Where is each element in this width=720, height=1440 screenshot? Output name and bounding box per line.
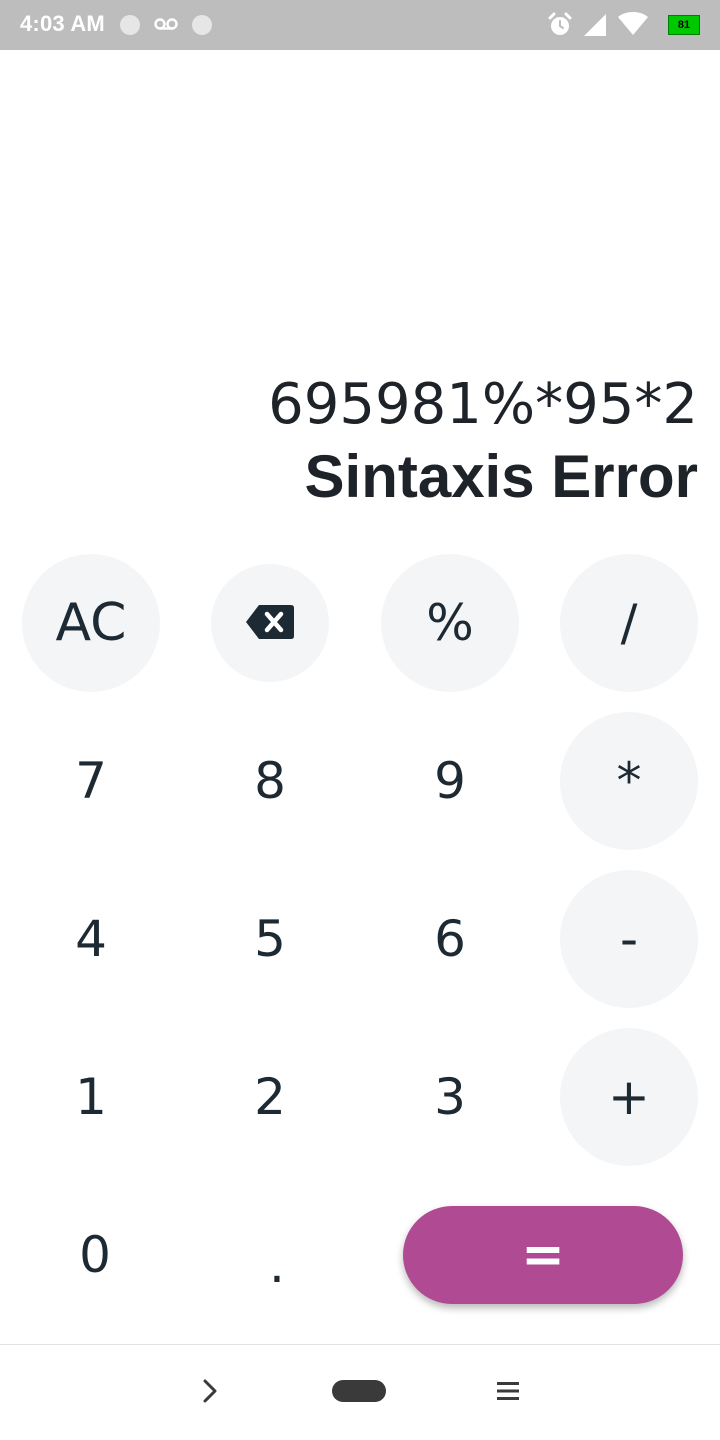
back-button[interactable] xyxy=(190,1369,230,1417)
digit-6-button[interactable]: 6 xyxy=(381,870,519,1008)
digit-1-label: 1 xyxy=(75,1068,107,1126)
backspace-icon xyxy=(245,594,295,652)
decimal-point-label: . xyxy=(269,1236,285,1294)
digit-3-button[interactable]: 3 xyxy=(381,1028,519,1166)
calculator-screen: 4:03 AM 81 695981%*95*2 Sintaxis Error A… xyxy=(0,0,720,1440)
digit-0-button[interactable]: 0 xyxy=(26,1186,164,1324)
clear-button-label: AC xyxy=(55,593,127,653)
digit-4-button[interactable]: 4 xyxy=(22,870,160,1008)
digit-7-button[interactable]: 7 xyxy=(22,712,160,850)
digit-4-label: 4 xyxy=(75,910,107,968)
decimal-point-button[interactable]: . xyxy=(208,1196,346,1334)
multiply-button-label: * xyxy=(616,752,642,810)
digit-5-label: 5 xyxy=(254,910,286,968)
divide-button-label: / xyxy=(620,594,638,652)
digit-9-label: 9 xyxy=(434,752,466,810)
equals-button-label: = xyxy=(521,1225,565,1285)
voicemail-icon xyxy=(154,17,178,36)
digit-2-label: 2 xyxy=(254,1068,286,1126)
battery-icon: 81 xyxy=(668,15,700,35)
digit-1-button[interactable]: 1 xyxy=(22,1028,160,1166)
digit-7-label: 7 xyxy=(75,752,107,810)
digit-2-button[interactable]: 2 xyxy=(201,1028,339,1166)
percent-button[interactable]: % xyxy=(381,554,519,692)
wifi-icon xyxy=(617,11,649,42)
backspace-button[interactable] xyxy=(211,564,329,682)
status-time: 4:03 AM xyxy=(20,11,105,36)
navigation-bar xyxy=(0,1344,720,1440)
result-display: Sintaxis Error xyxy=(304,443,699,510)
digit-8-label: 8 xyxy=(254,752,286,810)
digit-3-label: 3 xyxy=(434,1068,466,1126)
alarm-icon xyxy=(547,12,573,43)
expression-display: 695981%*95*2 xyxy=(268,372,698,437)
plus-button[interactable]: + xyxy=(560,1028,698,1166)
clear-button[interactable]: AC xyxy=(22,554,160,692)
notification-dot-icon xyxy=(120,15,140,35)
menu-button[interactable] xyxy=(488,1369,528,1417)
multiply-button[interactable]: * xyxy=(560,712,698,850)
notification-dot-icon xyxy=(192,15,212,35)
cell-signal-icon xyxy=(582,12,608,43)
digit-9-button[interactable]: 9 xyxy=(381,712,519,850)
back-chevron-icon xyxy=(200,1378,220,1409)
plus-button-label: + xyxy=(608,1068,650,1126)
menu-icon xyxy=(497,1381,519,1406)
digit-5-button[interactable]: 5 xyxy=(201,870,339,1008)
digit-8-button[interactable]: 8 xyxy=(201,712,339,850)
percent-button-label: % xyxy=(426,594,474,652)
digit-0-label: 0 xyxy=(79,1226,111,1284)
status-bar: 4:03 AM 81 xyxy=(0,0,720,50)
digit-6-label: 6 xyxy=(434,910,466,968)
minus-button-label: - xyxy=(619,910,639,968)
minus-button[interactable]: - xyxy=(560,870,698,1008)
equals-button[interactable]: = xyxy=(403,1206,683,1304)
home-button[interactable] xyxy=(326,1369,392,1417)
home-pill-icon xyxy=(332,1379,386,1407)
divide-button[interactable]: / xyxy=(560,554,698,692)
